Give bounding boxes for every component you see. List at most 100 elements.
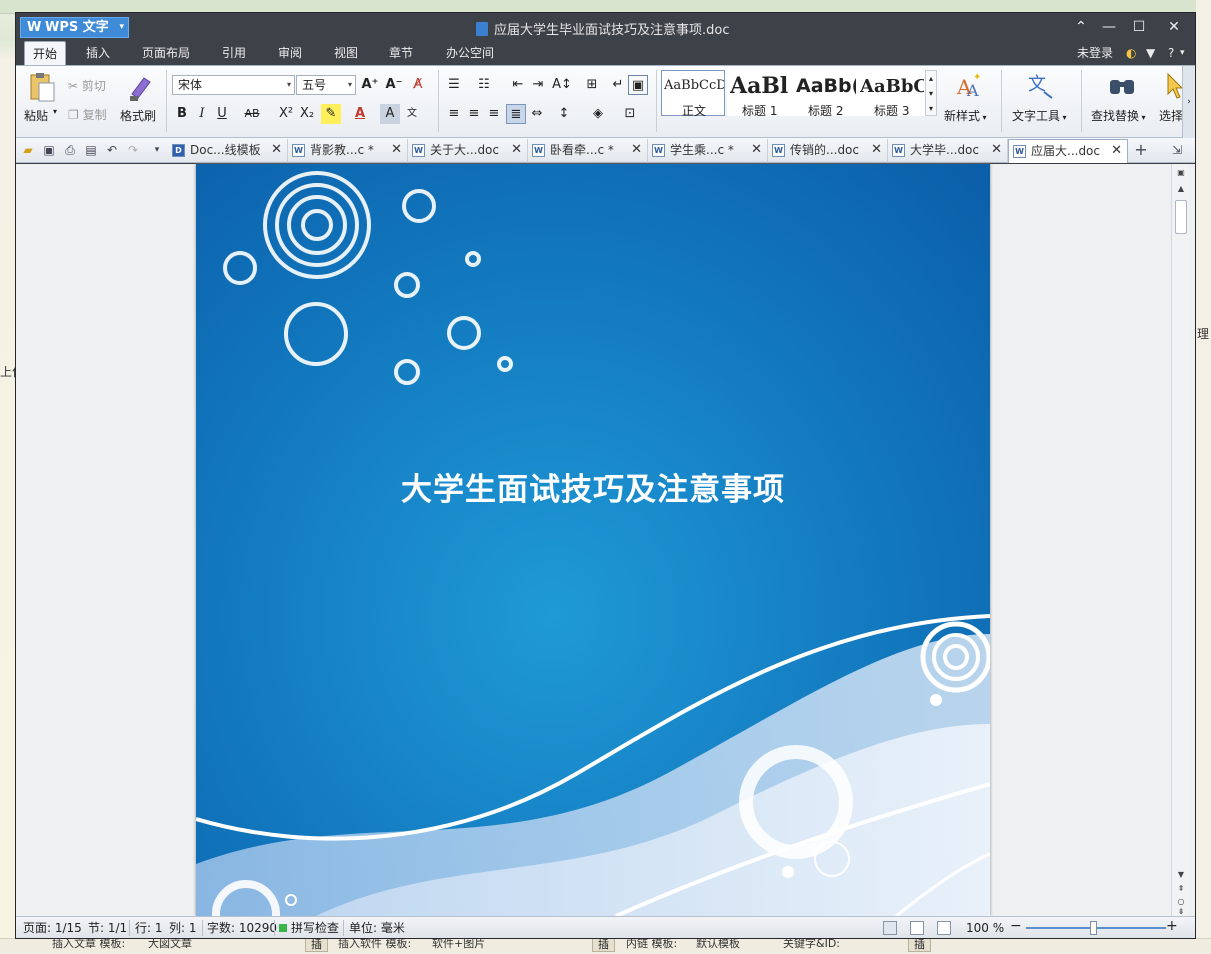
minimize-button[interactable]: — — [1096, 17, 1122, 37]
style-heading-3[interactable]: AaBbC 标题 3 — [857, 70, 925, 118]
close-button[interactable]: ✕ — [1161, 17, 1187, 37]
tab-document[interactable]: W 背影教...c * ✕ — [288, 139, 408, 163]
tab-document[interactable]: W 学生乘...c * ✕ — [648, 139, 768, 163]
scroll-top-icon[interactable]: ▣ — [1173, 166, 1189, 180]
tab-document[interactable]: W 卧看牵...c * ✕ — [528, 139, 648, 163]
customize-toolbar-icon[interactable]: ▾ — [148, 141, 166, 159]
shading-bucket-icon[interactable]: ◈ — [588, 104, 608, 124]
tab-document[interactable]: W 传销的...doc ✕ — [768, 139, 888, 163]
tab-list-icon[interactable]: ⇲ — [1168, 141, 1186, 159]
copy-button[interactable]: ❐ 复制 — [68, 106, 107, 123]
close-tab-icon[interactable]: ✕ — [271, 139, 282, 161]
font-size-select[interactable]: 五号 ▾ — [296, 75, 356, 95]
tab-document[interactable]: W 关于大...doc ✕ — [408, 139, 528, 163]
new-style-button[interactable]: 新样式 ▾ — [944, 107, 987, 124]
select-cursor-icon[interactable] — [1164, 70, 1184, 102]
close-tab-icon[interactable]: ✕ — [1111, 140, 1122, 162]
subscript-icon[interactable]: X₂ — [297, 104, 317, 124]
zoom-in-button[interactable]: + — [1166, 918, 1178, 934]
outline-view-icon[interactable] — [910, 921, 924, 935]
menu-chapter[interactable]: 章节 — [381, 41, 421, 65]
print-preview-icon[interactable]: ▤ — [82, 141, 100, 159]
align-left-icon[interactable]: ≡ — [444, 104, 464, 124]
new-tab-button[interactable]: + — [1132, 141, 1150, 159]
spell-check-toggle[interactable]: 拼写检查 — [279, 920, 339, 936]
ribbon-scroll-right[interactable]: › — [1182, 66, 1195, 138]
close-tab-icon[interactable]: ✕ — [751, 139, 762, 161]
clear-format-icon[interactable]: A̸ — [408, 75, 428, 95]
undo-icon[interactable]: ↶ — [103, 141, 121, 159]
menu-view[interactable]: 视图 — [326, 41, 366, 65]
zoom-level[interactable]: 100 % — [966, 920, 1004, 936]
text-direction-icon[interactable]: A↕ — [552, 75, 572, 95]
italic-icon[interactable]: I — [192, 104, 212, 124]
bold-icon[interactable]: B — [172, 104, 192, 124]
close-tab-icon[interactable]: ✕ — [631, 139, 642, 161]
prev-page-icon[interactable]: ⇞ — [1173, 882, 1189, 896]
tab-active-document[interactable]: W 应届大...doc ✕ — [1008, 139, 1128, 163]
close-tab-icon[interactable]: ✕ — [991, 139, 1002, 161]
unit-indicator[interactable]: 单位: 毫米 — [349, 920, 405, 936]
format-painter-button[interactable]: 格式刷 — [120, 107, 156, 124]
chevron-down-icon[interactable]: ▾ — [53, 107, 57, 116]
scroll-down-icon[interactable]: ▼ — [1173, 868, 1189, 882]
menu-references[interactable]: 引用 — [214, 41, 254, 65]
font-name-select[interactable]: 宋体 ▾ — [172, 75, 295, 95]
zoom-slider-thumb[interactable] — [1090, 921, 1098, 935]
new-style-icon[interactable]: A A ✦ — [953, 70, 985, 102]
style-heading-1[interactable]: AaBl 标题 1 — [727, 70, 793, 118]
text-tools-icon[interactable]: 文 — [1026, 70, 1058, 102]
print-icon[interactable]: ⎙ — [61, 141, 79, 159]
cut-button[interactable]: ✂ 剪切 — [68, 77, 106, 94]
word-count[interactable]: 字数: 10290 — [207, 920, 277, 936]
highlight-icon[interactable]: ✎ — [321, 104, 341, 124]
tab-docer-template[interactable]: D Doc...线模板 ✕ — [168, 139, 288, 163]
next-page-icon[interactable]: ⇟ — [1173, 907, 1189, 916]
grow-font-icon[interactable]: A⁺ — [360, 75, 380, 95]
underline-icon[interactable]: U — [212, 104, 232, 124]
table-icon[interactable]: ⊞ — [582, 75, 602, 95]
help-button[interactable]: ? — [1168, 41, 1174, 65]
redo-icon[interactable]: ↷ — [124, 141, 142, 159]
justify-icon[interactable]: ≣ — [506, 104, 526, 124]
show-layout-icon[interactable]: ▣ — [628, 75, 648, 95]
font-color-icon[interactable]: A — [350, 104, 370, 124]
app-menu-button[interactable]: W WPS 文字 ▾ — [20, 17, 129, 38]
bullet-list-icon[interactable]: ☰ — [444, 75, 464, 95]
menu-insert[interactable]: 插入 — [78, 41, 118, 65]
align-right-icon[interactable]: ≡ — [484, 104, 504, 124]
decrease-indent-icon[interactable]: ⇤ — [508, 75, 528, 95]
paste-button[interactable]: 粘贴 — [24, 107, 48, 124]
increase-indent-icon[interactable]: ⇥ — [528, 75, 548, 95]
style-normal[interactable]: AaBbCcDd 正文 — [661, 70, 725, 118]
shirt-icon[interactable]: ▼ — [1146, 41, 1155, 65]
find-replace-button[interactable]: 查找替换 ▾ — [1091, 107, 1146, 124]
format-painter-icon[interactable] — [124, 72, 156, 104]
zoom-out-button[interactable]: − — [1010, 918, 1022, 934]
vertical-scrollbar[interactable]: ▣ ▲ ▼ ⇞ ○ ⇟ — [1171, 164, 1189, 916]
chevron-down-icon[interactable]: ▾ — [1180, 41, 1185, 65]
close-tab-icon[interactable]: ✕ — [871, 139, 882, 161]
menu-home[interactable]: 开始 — [24, 41, 67, 66]
phonetic-icon[interactable]: 文 — [402, 104, 422, 124]
style-gallery-scroll[interactable]: ▴ ▾ ▾ — [925, 70, 937, 116]
menu-page-layout[interactable]: 页面布局 — [134, 41, 198, 65]
web-view-icon[interactable] — [937, 921, 951, 935]
char-shading-icon[interactable]: A — [380, 104, 400, 124]
text-tools-button[interactable]: 文字工具 ▾ — [1012, 107, 1067, 124]
distributed-align-icon[interactable]: ⇔ — [527, 104, 547, 124]
scroll-up-icon[interactable]: ▲ — [1173, 182, 1189, 196]
skin-icon[interactable]: ◐ — [1126, 41, 1136, 65]
scroll-thumb[interactable] — [1175, 200, 1187, 234]
tab-document[interactable]: W 大学毕...doc ✕ — [888, 139, 1008, 163]
line-spacing-icon[interactable]: ↕ — [554, 104, 574, 124]
strikethrough-icon[interactable]: AB — [242, 104, 262, 124]
page-view-icon[interactable] — [883, 921, 897, 935]
page-indicator[interactable]: 页面: 1/15 — [23, 920, 82, 936]
shrink-font-icon[interactable]: A⁻ — [384, 75, 404, 95]
collapse-ribbon-button[interactable]: ⌃ — [1068, 17, 1094, 37]
superscript-icon[interactable]: X² — [276, 104, 296, 124]
maximize-button[interactable]: ☐ — [1126, 17, 1152, 37]
binoculars-icon[interactable] — [1106, 70, 1138, 102]
close-tab-icon[interactable]: ✕ — [391, 139, 402, 161]
